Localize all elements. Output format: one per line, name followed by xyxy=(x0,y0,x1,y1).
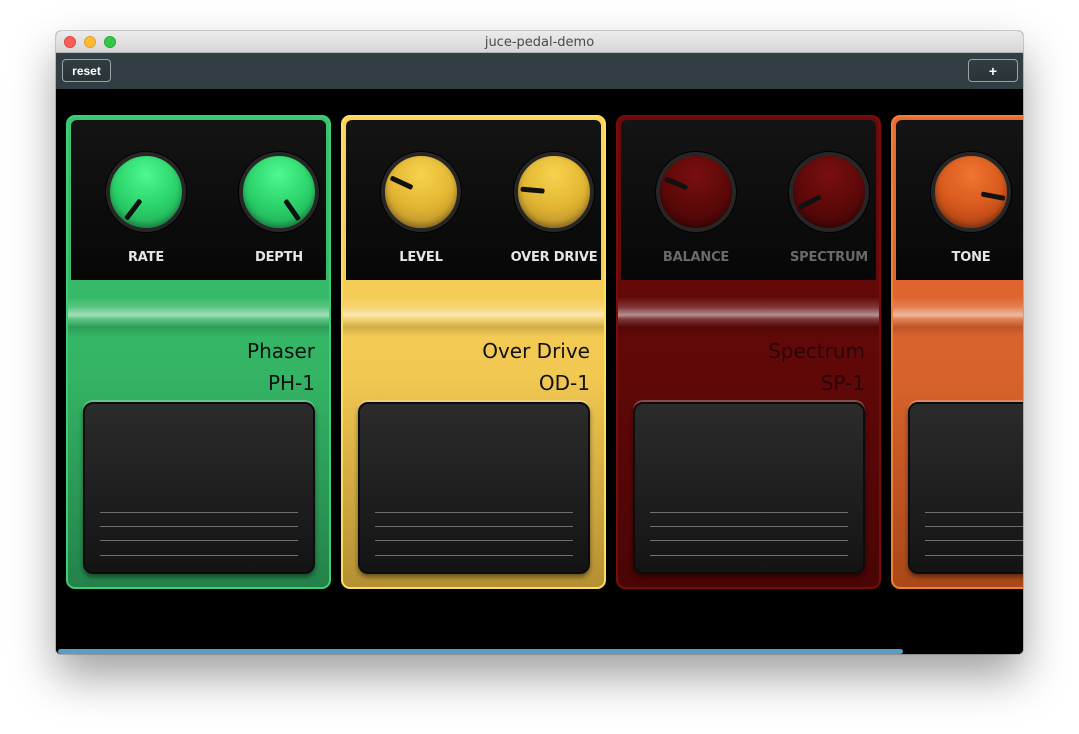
footswitch-groove xyxy=(650,555,848,556)
knob-depth[interactable] xyxy=(239,152,319,232)
footswitch-groove xyxy=(650,512,848,513)
knob-tone[interactable] xyxy=(931,152,1011,232)
pedal-hinge xyxy=(68,297,329,337)
footswitch-groove xyxy=(375,555,573,556)
pedal-hinge xyxy=(618,297,879,337)
title-bar[interactable]: juce-pedal-demo xyxy=(56,31,1023,53)
pedal-name: Phaser xyxy=(247,339,315,363)
footswitch-groove xyxy=(375,526,573,527)
knob-unit: OVER DRIVE xyxy=(494,152,604,282)
knob-pointer xyxy=(797,194,822,210)
knob-pointer xyxy=(389,175,413,191)
pedal-over-drive[interactable]: LEVEL OVER DRIVE Over Drive OD-1 xyxy=(341,115,606,589)
knob-label: SPECTRUM xyxy=(789,250,869,265)
knob-label: OVER DRIVE xyxy=(510,250,598,265)
footswitch-groove xyxy=(375,512,573,513)
scrollbar-thumb[interactable] xyxy=(58,649,903,654)
footswitch-groove xyxy=(100,526,298,527)
horizontal-scrollbar[interactable] xyxy=(56,648,1023,654)
knob-rate[interactable] xyxy=(106,152,186,232)
knob-pointer xyxy=(980,191,1005,201)
pedal-hinge xyxy=(343,297,604,337)
knob-panel: LEVEL OVER DRIVE xyxy=(346,120,601,280)
pedal-tone[interactable]: TONE xyxy=(891,115,1023,589)
footswitch-groove xyxy=(100,555,298,556)
knob-pointer xyxy=(282,198,301,222)
knob-unit: BALANCE xyxy=(636,152,756,282)
pedal-model: PH-1 xyxy=(267,371,315,395)
footswitch-groove xyxy=(925,526,1023,527)
knob-unit: SPECTRUM xyxy=(769,152,879,282)
pedal-phaser[interactable]: RATE DEPTH Phaser PH-1 xyxy=(66,115,331,589)
knob-pointer xyxy=(123,198,142,221)
knob-pointer xyxy=(519,186,545,194)
footswitch-groove xyxy=(100,512,298,513)
knob-label: TONE xyxy=(951,250,991,265)
knob-label: BALANCE xyxy=(662,250,730,265)
pedal-hinge xyxy=(893,297,1023,337)
footswitch-groove xyxy=(650,540,848,541)
pedal-board: RATE DEPTH Phaser PH-1 LEVEL OVER DRIVE Over D… xyxy=(56,89,1023,654)
footswitch-groove xyxy=(925,555,1023,556)
knob-spectrum[interactable] xyxy=(789,152,869,232)
window-title: juce-pedal-demo xyxy=(484,35,595,50)
knob-balance[interactable] xyxy=(656,152,736,232)
knob-level[interactable] xyxy=(381,152,461,232)
pedal-model: SP-1 xyxy=(820,371,865,395)
footswitch-button[interactable] xyxy=(358,402,590,574)
knob-label: RATE xyxy=(127,250,164,265)
reset-button[interactable]: reset xyxy=(62,59,111,82)
footswitch-button[interactable] xyxy=(83,402,315,574)
toolbar: reset + xyxy=(56,53,1023,89)
knob-unit: DEPTH xyxy=(219,152,329,282)
footswitch-groove xyxy=(375,540,573,541)
footswitch-groove xyxy=(650,526,848,527)
pedal-model: OD-1 xyxy=(538,371,590,395)
pedal-spectrum[interactable]: BALANCE SPECTRUM Spectrum SP-1 xyxy=(616,115,881,589)
footswitch-groove xyxy=(925,512,1023,513)
knob-panel: TONE xyxy=(896,120,1023,280)
knob-over-drive[interactable] xyxy=(514,152,594,232)
knob-panel: BALANCE SPECTRUM xyxy=(621,120,876,280)
app-window: juce-pedal-demo reset + RATE DEPTH Phaser P… xyxy=(56,31,1023,654)
footswitch-button[interactable] xyxy=(633,402,865,574)
knob-pointer xyxy=(663,176,688,191)
knob-panel: RATE DEPTH xyxy=(71,120,326,280)
footswitch-groove xyxy=(100,540,298,541)
add-pedal-button[interactable]: + xyxy=(968,59,1018,82)
pedal-name: Over Drive xyxy=(482,339,590,363)
knob-unit: RATE xyxy=(86,152,206,282)
footswitch-button[interactable] xyxy=(908,402,1023,574)
pedal-name: Spectrum xyxy=(768,339,865,363)
knob-label: LEVEL xyxy=(399,250,443,265)
knob-unit: TONE xyxy=(911,152,1023,282)
knob-label: DEPTH xyxy=(255,250,303,265)
footswitch-groove xyxy=(925,540,1023,541)
knob-unit: LEVEL xyxy=(361,152,481,282)
